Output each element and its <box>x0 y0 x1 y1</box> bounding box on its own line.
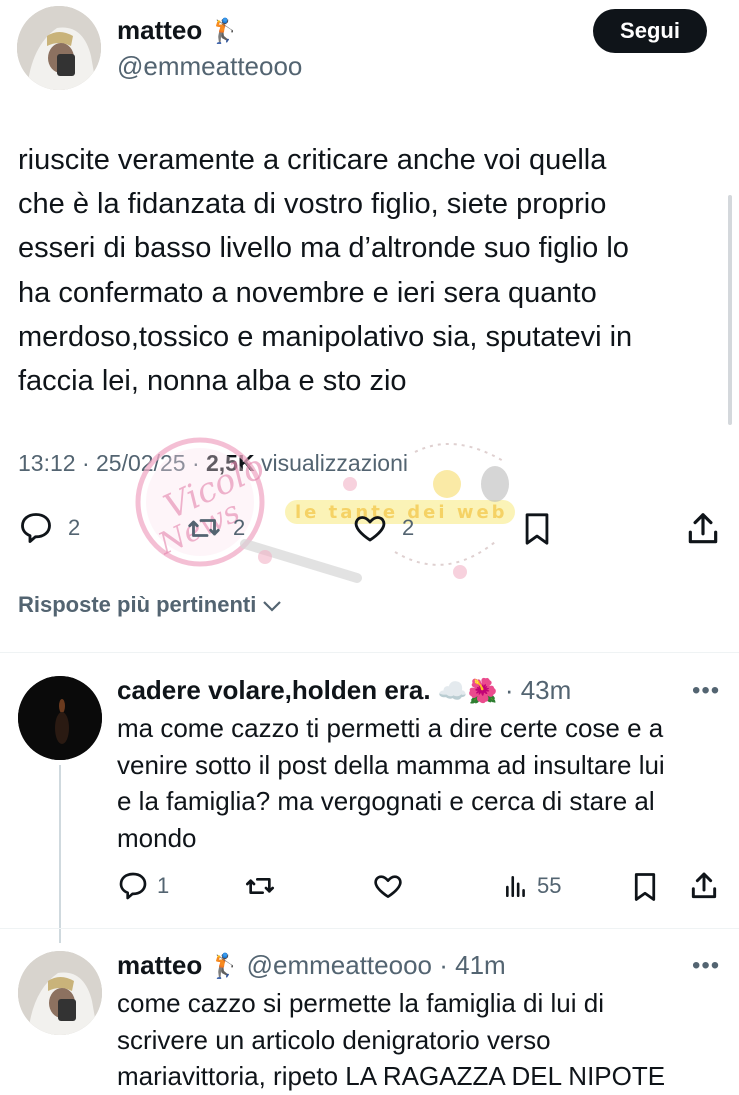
repost-action[interactable]: 2 <box>185 510 245 546</box>
share-icon <box>688 513 718 544</box>
golfer-emoji-icon: 🏌 <box>209 18 240 45</box>
divider <box>0 652 739 653</box>
reply-header: cadere volare,holden era. ☁️🌺 · 43m <box>117 675 571 706</box>
bookmark-icon <box>525 513 549 545</box>
more-options-icon[interactable]: ••• <box>692 677 720 705</box>
like-count: 2 <box>402 515 415 540</box>
author-name[interactable]: matteo 🏌 <box>117 15 239 46</box>
post-meta: 13:12 · 25/02/25 · 2,5K visualizzazioni <box>18 450 408 476</box>
golfer-emoji-icon: 🏌 <box>209 953 240 980</box>
reply-bookmark-action[interactable] <box>630 870 660 909</box>
author-avatar[interactable] <box>17 6 101 90</box>
views-label: visualizzazioni <box>260 450 408 476</box>
reply-time: · 41m <box>439 950 506 980</box>
reply-action[interactable]: 2 <box>18 510 80 546</box>
post-time: 13:12 <box>18 450 76 476</box>
comment-icon <box>21 513 51 543</box>
reply-time: · 43m <box>504 675 572 705</box>
heart-icon <box>374 875 402 898</box>
like-action[interactable]: 2 <box>352 510 414 546</box>
reply-views-count: 55 <box>537 873 562 898</box>
reply-header: matteo 🏌 @emmeatteooo · 41m <box>117 950 506 981</box>
more-options-icon[interactable]: ••• <box>692 952 720 980</box>
chevron-down-icon <box>263 601 282 612</box>
avatar-image <box>18 676 102 760</box>
share-icon <box>691 872 717 899</box>
repost-icon <box>188 519 220 537</box>
avatar-image <box>17 6 101 90</box>
reply-text: ma come cazzo ti permetti a dire certe c… <box>117 713 665 853</box>
reply-text: come cazzo si permette la famiglia di lu… <box>117 988 666 1091</box>
bookmark-icon <box>634 873 656 901</box>
reply-views-action[interactable]: 55 <box>503 872 561 900</box>
author-handle[interactable]: @emmeatteooo <box>117 51 302 82</box>
reply-comment-action[interactable]: 1 <box>117 870 169 902</box>
avatar-image <box>18 951 102 1035</box>
replies-sort-dropdown[interactable]: Risposte più pertinenti <box>18 592 282 618</box>
reply-avatar[interactable] <box>18 676 102 760</box>
cloud-hibiscus-emoji-icon: ☁️🌺 <box>437 678 498 705</box>
reply-like-action[interactable] <box>372 870 404 907</box>
divider <box>0 928 739 929</box>
reply-comment-count: 1 <box>157 873 170 898</box>
analytics-icon <box>506 876 525 898</box>
thread-line <box>59 765 61 943</box>
comment-icon <box>119 872 147 900</box>
reply-repost-action[interactable] <box>243 870 277 907</box>
reply-author-name[interactable]: cadere volare,holden era. <box>117 675 431 705</box>
reply-author-name[interactable]: matteo <box>117 950 202 980</box>
reply-count: 2 <box>68 515 81 540</box>
reply-avatar[interactable] <box>18 951 102 1035</box>
reply-share-action[interactable] <box>688 870 720 907</box>
follow-button[interactable]: Segui <box>593 9 707 53</box>
heart-icon <box>354 516 386 542</box>
post-date: 25/02/25 <box>96 450 186 476</box>
bookmark-action[interactable] <box>520 510 554 553</box>
reply-author-handle[interactable]: @emmeatteooo <box>247 950 432 980</box>
post-text: riuscite veramente a criticare anche voi… <box>18 144 633 398</box>
repost-count: 2 <box>233 515 246 540</box>
repost-icon <box>246 878 274 894</box>
scrollbar[interactable] <box>728 195 732 425</box>
share-action[interactable] <box>684 510 722 553</box>
views-count: 2,5K <box>206 450 255 476</box>
